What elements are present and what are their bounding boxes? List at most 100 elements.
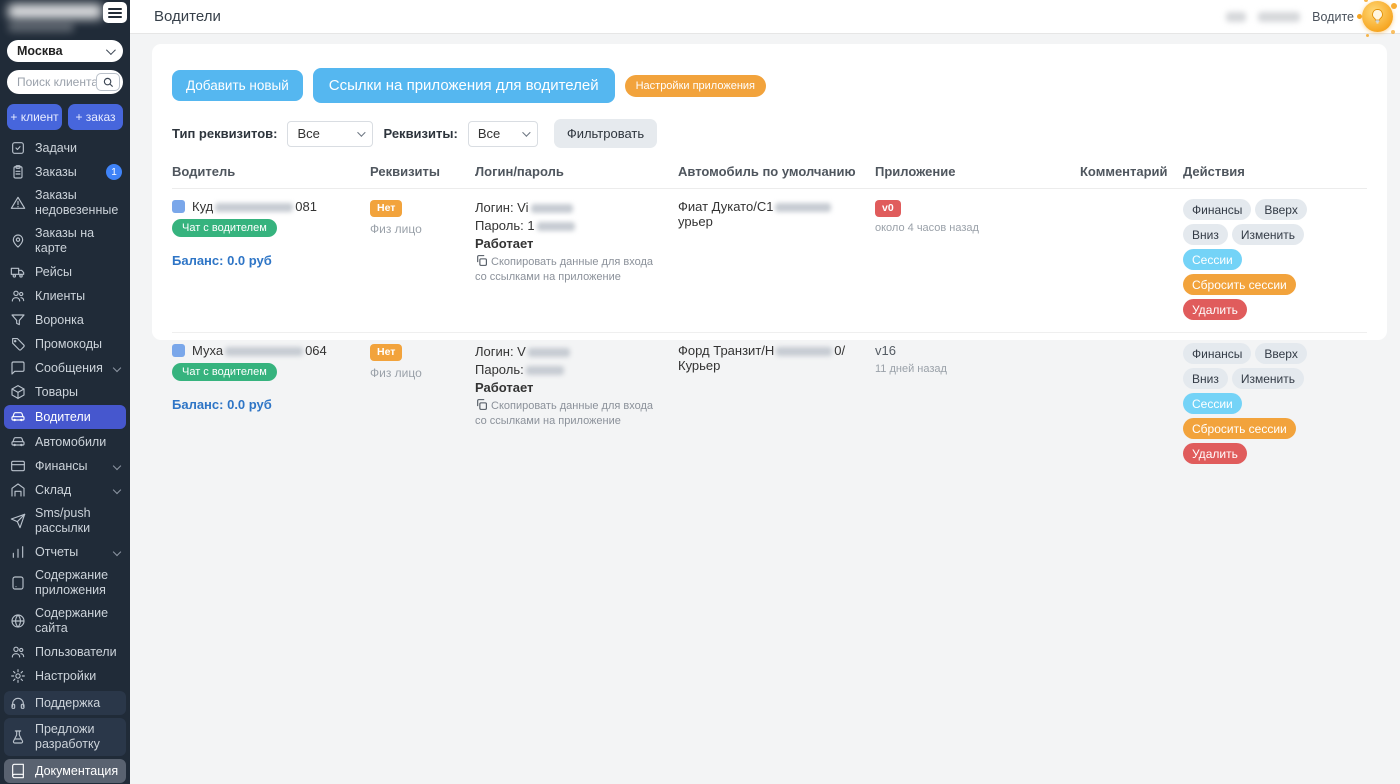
app-settings-button[interactable]: Настройки приложения	[625, 75, 766, 97]
sidebar: Москва + клиент + заказ ЗадачиЗаказы1Зак…	[0, 0, 130, 784]
action-gray-button[interactable]: Изменить	[1232, 224, 1304, 245]
login-password-cell: Логин: Vi Пароль: 1 Работает Скопировать…	[475, 199, 678, 285]
sidebar-item-label: Заказы	[35, 165, 97, 180]
action-gray-button[interactable]: Вверх	[1255, 343, 1306, 364]
sidebar-item-финансы[interactable]: Финансы	[0, 454, 130, 478]
sidebar-item-заказы-недовезенные[interactable]: Заказы недовезенные	[0, 184, 130, 222]
table-row: Муха064 Чат с водителем Баланс: 0.0 руб …	[172, 333, 1367, 476]
sidebar-item-товары[interactable]: Товары	[0, 380, 130, 404]
driver-status: Работает	[475, 236, 666, 251]
row-checkbox[interactable]	[172, 344, 185, 357]
column-header: Водитель	[172, 164, 370, 179]
actions-cell: ФинансыВверх ВнизИзменить Сессии Сбросить с…	[1183, 199, 1367, 320]
sidebar-item-водители[interactable]: Водители	[4, 405, 126, 429]
search-icon	[103, 77, 114, 88]
copy-icon	[475, 398, 488, 411]
sidebar-item-содержание-сайта[interactable]: Содержание сайта	[0, 602, 130, 640]
action-gray-button[interactable]: Вверх	[1255, 199, 1306, 220]
action-orange-button[interactable]: Сбросить сессии	[1183, 274, 1296, 295]
chevron-down-icon	[522, 128, 530, 136]
sidebar-item-рейсы[interactable]: Рейсы	[0, 260, 130, 284]
car-icon	[10, 409, 26, 425]
sidebar-footer-nav: Поддержка Предложи разработку Документация…	[0, 691, 130, 784]
logo-subtitle-blurred	[8, 23, 74, 32]
sidebar-item-заказы-на-карте[interactable]: Заказы на карте	[0, 222, 130, 260]
actions-cell: ФинансыВверх ВнизИзменить Сессии Сбросить с…	[1183, 343, 1367, 464]
card-icon	[10, 458, 26, 474]
sidebar-item-label: Воронка	[35, 313, 122, 328]
sidebar-item-label: Финансы	[35, 459, 105, 474]
copy-login-link[interactable]: Скопировать данные для входа со ссылками…	[475, 398, 666, 429]
promo-tag-icon	[10, 336, 26, 352]
add-client-button[interactable]: + клиент	[7, 104, 62, 130]
action-red-button[interactable]: Удалить	[1183, 299, 1247, 320]
action-blue-button[interactable]: Сессии	[1183, 249, 1242, 270]
sidebar-item-клиенты[interactable]: Клиенты	[0, 284, 130, 308]
column-header: Действия	[1183, 164, 1367, 179]
action-gray-button[interactable]: Финансы	[1183, 343, 1251, 364]
sidebar-item-настройки[interactable]: Настройки	[0, 664, 130, 688]
warning-icon	[10, 195, 26, 211]
sidebar-item-label: Заказы на карте	[35, 226, 122, 256]
city-select[interactable]: Москва	[7, 40, 123, 62]
sidebar-item-label: Рейсы	[35, 265, 122, 280]
action-blue-button[interactable]: Сессии	[1183, 393, 1242, 414]
column-header: Комментарий	[1080, 164, 1183, 179]
search-input[interactable]	[17, 75, 96, 89]
sidebar-item-label: Поддержка	[35, 696, 120, 711]
sidebar-item-промокоды[interactable]: Промокоды	[0, 332, 130, 356]
action-orange-button[interactable]: Сбросить сессии	[1183, 418, 1296, 439]
sidebar-item-сообщения[interactable]: Сообщения	[0, 356, 130, 380]
requisites-type: Физ лицо	[370, 366, 463, 380]
filter-button[interactable]: Фильтровать	[554, 119, 657, 148]
search-button[interactable]	[96, 73, 120, 91]
sidebar-item-склад[interactable]: Склад	[0, 478, 130, 502]
sidebar-item-label: Клиенты	[35, 289, 122, 304]
requisites-badge: Нет	[370, 200, 402, 217]
sidebar-item-label: Промокоды	[35, 337, 122, 352]
chevron-down-icon	[358, 128, 366, 136]
balance-link[interactable]: Баланс: 0.0 руб	[172, 397, 358, 412]
add-new-button[interactable]: Добавить новый	[172, 70, 303, 101]
requisites-type-select[interactable]: Все	[287, 121, 373, 147]
hamburger-menu-icon[interactable]	[103, 2, 127, 23]
balance-link[interactable]: Баланс: 0.0 руб	[172, 253, 358, 268]
sidebar-item-автомобили[interactable]: Автомобили	[0, 430, 130, 454]
sidebar-item-пользователи[interactable]: Пользователи	[0, 640, 130, 664]
logo-blurred	[8, 4, 102, 19]
requisites-value: Все	[478, 126, 500, 141]
requisites-label: Реквизиты:	[383, 126, 457, 141]
action-red-button[interactable]: Удалить	[1183, 443, 1247, 464]
sidebar-item-поддержка[interactable]: Поддержка	[4, 691, 126, 715]
app-links-button[interactable]: Ссылки на приложения для водителей	[313, 68, 615, 103]
action-gray-button[interactable]: Изменить	[1232, 368, 1304, 389]
car-icon	[10, 434, 26, 450]
action-gray-button[interactable]: Вниз	[1183, 224, 1228, 245]
login-password-cell: Логин: V Пароль: Работает Скопировать да…	[475, 343, 678, 429]
action-gray-button[interactable]: Финансы	[1183, 199, 1251, 220]
row-checkbox[interactable]	[172, 200, 185, 213]
sidebar-item-sms-push-рассылки[interactable]: Sms/push рассылки	[0, 502, 130, 540]
chat-with-driver-button[interactable]: Чат с водителем	[172, 363, 277, 381]
add-order-button[interactable]: + заказ	[68, 104, 123, 130]
sidebar-item-задачи[interactable]: Задачи	[0, 136, 130, 160]
sidebar-item-содержание-приложения[interactable]: Содержание приложения	[0, 564, 130, 602]
user-menu[interactable]: Водите	[1312, 10, 1354, 24]
copy-login-link[interactable]: Скопировать данные для входа со ссылками…	[475, 254, 666, 285]
default-car-cell: Фиат Дукато/С1урьер	[678, 199, 875, 229]
sidebar-item-предложи-разработку[interactable]: Предложи разработку	[4, 718, 126, 756]
requisites-select[interactable]: Все	[468, 121, 538, 147]
report-icon	[10, 544, 26, 560]
chat-with-driver-button[interactable]: Чат с водителем	[172, 219, 277, 237]
lightbulb-icon	[1362, 1, 1393, 32]
requisites-type: Физ лицо	[370, 222, 463, 236]
sidebar-item-label: Отчеты	[35, 545, 105, 560]
sidebar-item-воронка[interactable]: Воронка	[0, 308, 130, 332]
sidebar-item-заказы[interactable]: Заказы1	[0, 160, 130, 184]
action-gray-button[interactable]: Вниз	[1183, 368, 1228, 389]
help-lightbulb-button[interactable]	[1360, 0, 1396, 36]
sidebar-item-отчеты[interactable]: Отчеты	[0, 540, 130, 564]
sidebar-item-документация[interactable]: Документация	[4, 759, 126, 783]
app-icon	[10, 575, 26, 591]
chevron-down-icon	[106, 45, 116, 55]
